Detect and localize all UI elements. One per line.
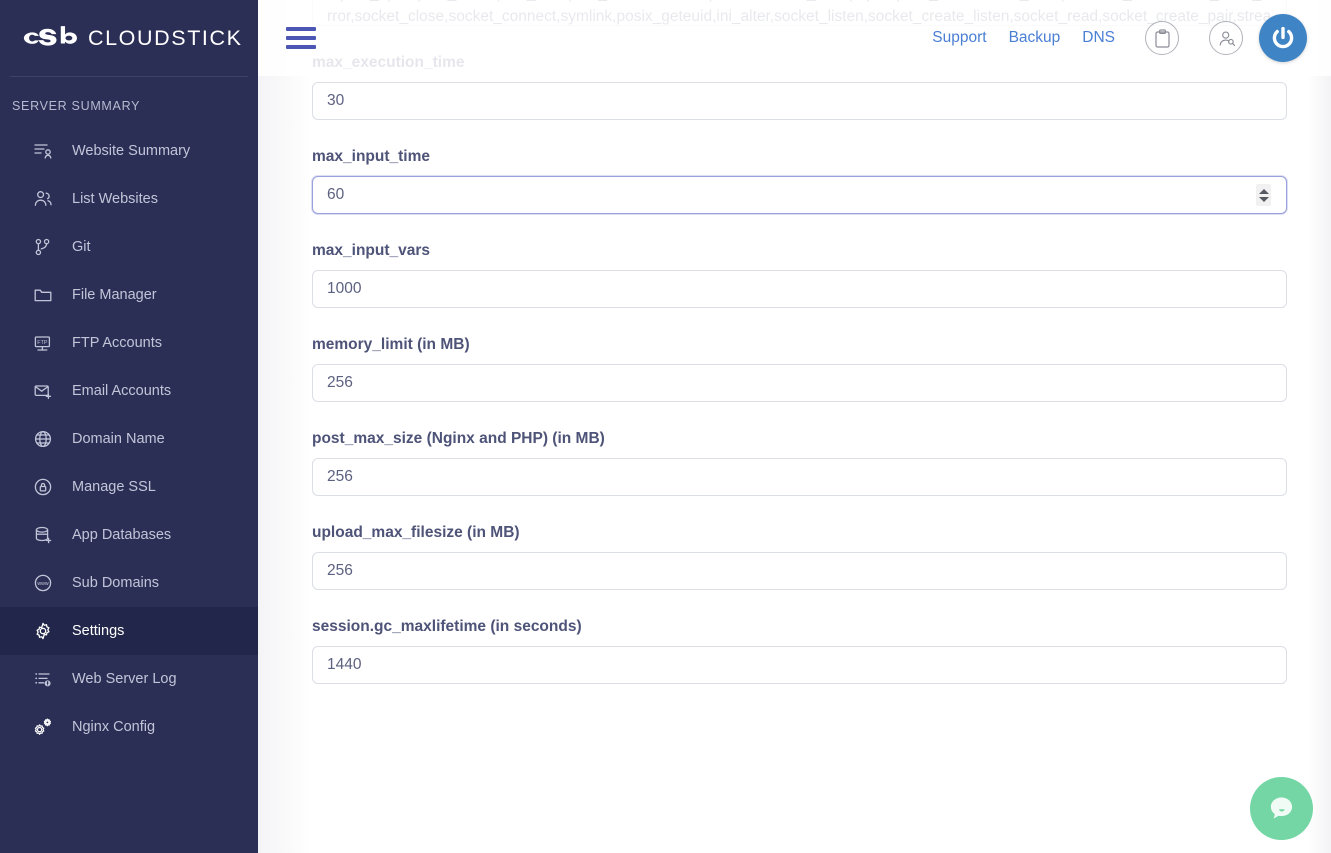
max-input-vars-input[interactable] [312,270,1287,308]
sidebar-item-label: Sub Domains [72,575,160,591]
sidebar-item-label: Settings [72,623,125,639]
sidebar-item-manage-ssl[interactable]: Manage SSL [0,463,258,511]
field-memory-limit: memory_limit (in MB) [312,336,1287,402]
sidebar-item-label: App Databases [72,527,172,543]
cloudstick-cloud-logo [23,26,77,46]
sidebar-nav: Website Summary List Websites Git File M… [0,127,258,751]
email-add-icon [30,378,56,404]
sidebar: CLOUDSTICK SERVER SUMMARY Website Summar… [0,0,258,853]
nav-link-backup[interactable]: Backup [1009,29,1061,47]
gear-icon [30,618,56,644]
ftp-icon: FTP [30,330,56,356]
sidebar-item-label: Git [72,239,91,255]
sidebar-item-label: Manage SSL [72,479,156,495]
field-label: max_input_vars [312,242,431,259]
sidebar-item-web-server-log[interactable]: Web Server Log [0,655,258,703]
field-max-input-time: max_input_time [312,148,1287,214]
field-label: max_input_time [312,148,431,165]
sidebar-item-label: Web Server Log [72,671,177,687]
session-gc-maxlifetime-input[interactable] [312,646,1287,684]
upload-max-filesize-input[interactable] [312,552,1287,590]
database-add-icon [30,522,56,548]
sidebar-item-domain-name[interactable]: Domain Name [0,415,258,463]
power-icon[interactable] [1259,14,1307,62]
nav-link-support[interactable]: Support [932,29,986,47]
field-label: upload_max_filesize (in MB) [312,524,520,541]
nav-link-dns[interactable]: DNS [1082,29,1115,47]
sidebar-item-label: Domain Name [72,431,165,447]
sidebar-item-git[interactable]: Git [0,223,258,271]
field-label: session.gc_maxlifetime (in seconds) [312,618,582,635]
brand[interactable]: CLOUDSTICK [0,0,258,76]
sidebar-item-app-databases[interactable]: App Databases [0,511,258,559]
spinner-down-icon[interactable] [1258,196,1269,202]
top-bar: Support Backup DNS [258,0,1331,76]
user-search-icon[interactable] [1209,21,1243,55]
clipboard-icon[interactable] [1145,21,1179,55]
spinner-up-icon[interactable] [1258,188,1269,194]
sidebar-item-label: Website Summary [72,143,191,159]
hamburger-menu-icon[interactable] [286,27,316,49]
gears-icon [30,714,56,740]
field-post-max-size: post_max_size (Nginx and PHP) (in MB) [312,430,1287,496]
sidebar-section-title: SERVER SUMMARY [12,99,141,113]
log-list-icon [30,666,56,692]
chat-icon-glyph [1270,797,1293,819]
sidebar-item-label: List Websites [72,191,158,207]
sidebar-item-website-summary[interactable]: Website Summary [0,127,258,175]
sidebar-item-ftp-accounts[interactable]: FTP FTP Accounts [0,319,258,367]
sidebar-item-label: File Manager [72,287,157,303]
sidebar-item-label: FTP Accounts [72,335,162,351]
sidebar-item-settings[interactable]: Settings [0,607,258,655]
www-circle-icon: www [30,570,56,596]
field-upload-max-filesize: upload_max_filesize (in MB) [312,524,1287,590]
field-max-input-vars: max_input_vars [312,242,1287,308]
app-root: l,posix_ctermid,posix_getcwd,posix_geteg… [0,0,1331,853]
main-content: l,posix_ctermid,posix_getcwd,posix_geteg… [258,0,1331,853]
website-summary-icon [30,138,56,164]
chat-bubble-icon[interactable] [1250,777,1313,840]
svg-text:www: www [37,581,48,587]
top-navigation: Support Backup DNS [932,21,1243,55]
field-label: memory_limit (in MB) [312,336,470,353]
memory-limit-input[interactable] [312,364,1287,402]
git-branch-icon [30,234,56,260]
field-session-gc-maxlifetime: session.gc_maxlifetime (in seconds) [312,618,1287,684]
sidebar-item-file-manager[interactable]: File Manager [0,271,258,319]
sidebar-item-nginx-config[interactable]: Nginx Config [0,703,258,751]
globe-icon [30,426,56,452]
settings-form: l,posix_ctermid,posix_getcwd,posix_geteg… [258,0,1311,764]
sidebar-item-list-websites[interactable]: List Websites [0,175,258,223]
users-group-icon [30,186,56,212]
brand-name: CLOUDSTICK [88,25,243,50]
sidebar-item-label: Email Accounts [72,383,172,399]
folder-icon [30,282,56,308]
sidebar-item-email-accounts[interactable]: Email Accounts [0,367,258,415]
field-label: post_max_size (Nginx and PHP) (in MB) [312,430,605,447]
lock-circle-icon [30,474,56,500]
post-max-size-input[interactable] [312,458,1287,496]
max-execution-time-input[interactable] [312,82,1287,120]
sidebar-item-label: Nginx Config [72,719,156,735]
number-input-wrap [312,176,1287,214]
number-spinner[interactable] [1256,184,1271,206]
sidebar-item-sub-domains[interactable]: www Sub Domains [0,559,258,607]
svg-text:FTP: FTP [37,340,48,346]
max-input-time-input[interactable] [312,176,1287,214]
